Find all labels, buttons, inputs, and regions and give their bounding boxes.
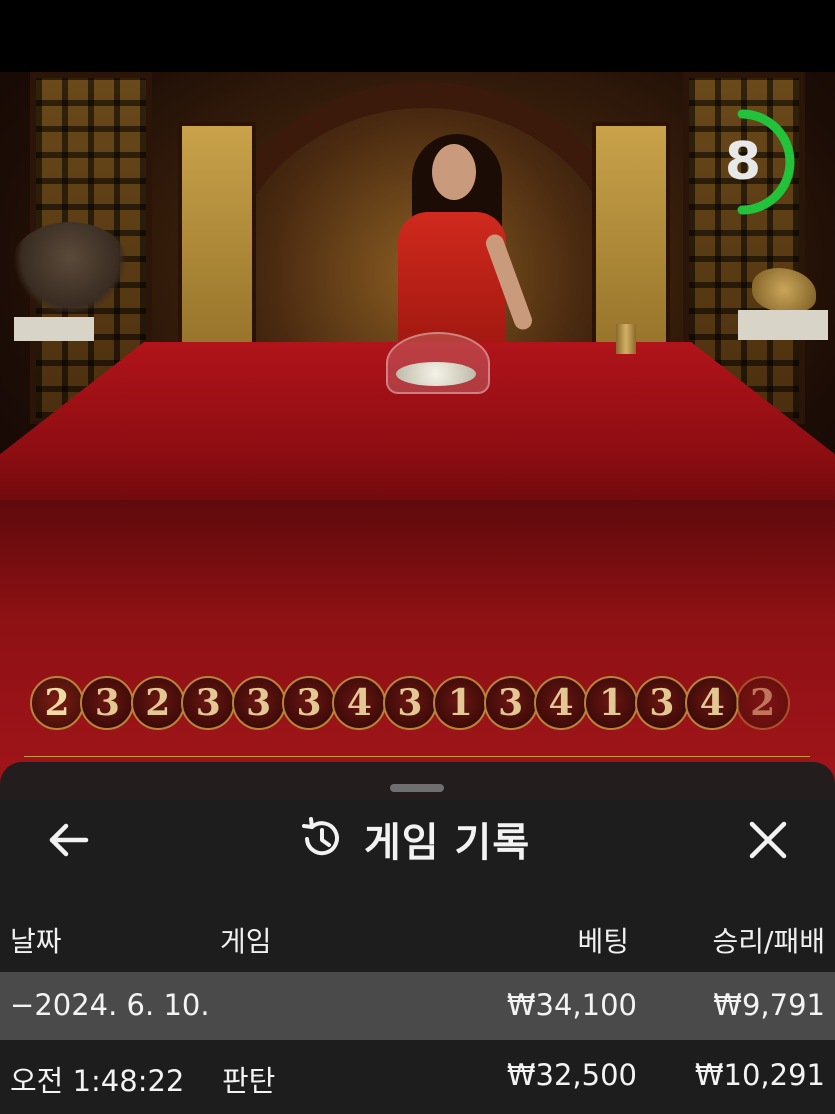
sheet-drag-handle[interactable] bbox=[390, 784, 444, 792]
group-date: 2024. 6. 10. bbox=[34, 988, 210, 1022]
history-icon bbox=[302, 817, 339, 856]
result-ball: 4 bbox=[534, 676, 589, 730]
result-ball: 2 bbox=[30, 676, 84, 730]
result-ball: 3 bbox=[181, 676, 236, 730]
column-header-date: 날짜 bbox=[10, 925, 62, 958]
sheet-title: 게임 기록 bbox=[364, 820, 531, 866]
column-header-bet: 베팅 bbox=[577, 925, 629, 958]
top-black-bar bbox=[0, 0, 835, 72]
history-entry-row[interactable]: 오전 1:48:22 판탄 ₩32,500 ₩10,291 bbox=[0, 1042, 835, 1110]
plant-pedestal bbox=[14, 317, 94, 341]
column-header-game: 게임 bbox=[220, 925, 272, 958]
column-header-result: 승리/패배 bbox=[712, 925, 825, 958]
result-ball: 1 bbox=[433, 676, 488, 730]
result-ball: 3 bbox=[80, 676, 135, 730]
history-date-group-row[interactable]: −2024. 6. 10. ₩34,100 ₩9,791 bbox=[0, 972, 835, 1040]
dragon-statue bbox=[752, 268, 816, 312]
group-bet-total: ₩34,100 bbox=[506, 988, 637, 1022]
result-ball: 3 bbox=[231, 676, 286, 730]
dragon-pedestal bbox=[738, 310, 828, 340]
result-ball: 1 bbox=[584, 676, 639, 730]
dealer-face bbox=[432, 144, 476, 200]
arrow-left-icon[interactable] bbox=[44, 818, 92, 862]
result-ball: 3 bbox=[634, 676, 689, 730]
live-video-stream bbox=[0, 72, 835, 542]
entry-time: 오전 1:48:22 bbox=[10, 1064, 185, 1098]
date-group-label: −2024. 6. 10. bbox=[10, 988, 210, 1022]
fantan-beads bbox=[396, 362, 476, 386]
collapse-toggle[interactable]: − bbox=[10, 988, 34, 1022]
result-ball: 3 bbox=[483, 676, 538, 730]
result-ball: 4 bbox=[685, 676, 740, 730]
entry-bet: ₩32,500 bbox=[506, 1058, 637, 1092]
result-ball: 4 bbox=[332, 676, 387, 730]
result-ball: 2 bbox=[130, 676, 185, 730]
dealer bbox=[398, 212, 506, 352]
bonsai-plant bbox=[10, 222, 130, 312]
sheet-header: 게임 기록 bbox=[298, 814, 530, 866]
result-ball: 3 bbox=[282, 676, 337, 730]
group-result-total: ₩9,791 bbox=[713, 988, 825, 1022]
result-ball: 3 bbox=[382, 676, 437, 730]
results-roadmap: 232333431341342 bbox=[30, 676, 790, 734]
close-icon[interactable] bbox=[746, 818, 790, 862]
game-history-sheet: 게임 기록 날짜 게임 베팅 승리/패배 −2024. 6. 10. ₩34,1… bbox=[0, 762, 835, 1114]
betting-felt bbox=[0, 500, 835, 800]
brass-cup bbox=[616, 324, 636, 354]
result-ball: 2 bbox=[735, 676, 790, 730]
countdown-number: 8 bbox=[724, 132, 762, 192]
entry-game: 판탄 bbox=[222, 1064, 276, 1098]
entry-result: ₩10,291 bbox=[694, 1058, 825, 1092]
